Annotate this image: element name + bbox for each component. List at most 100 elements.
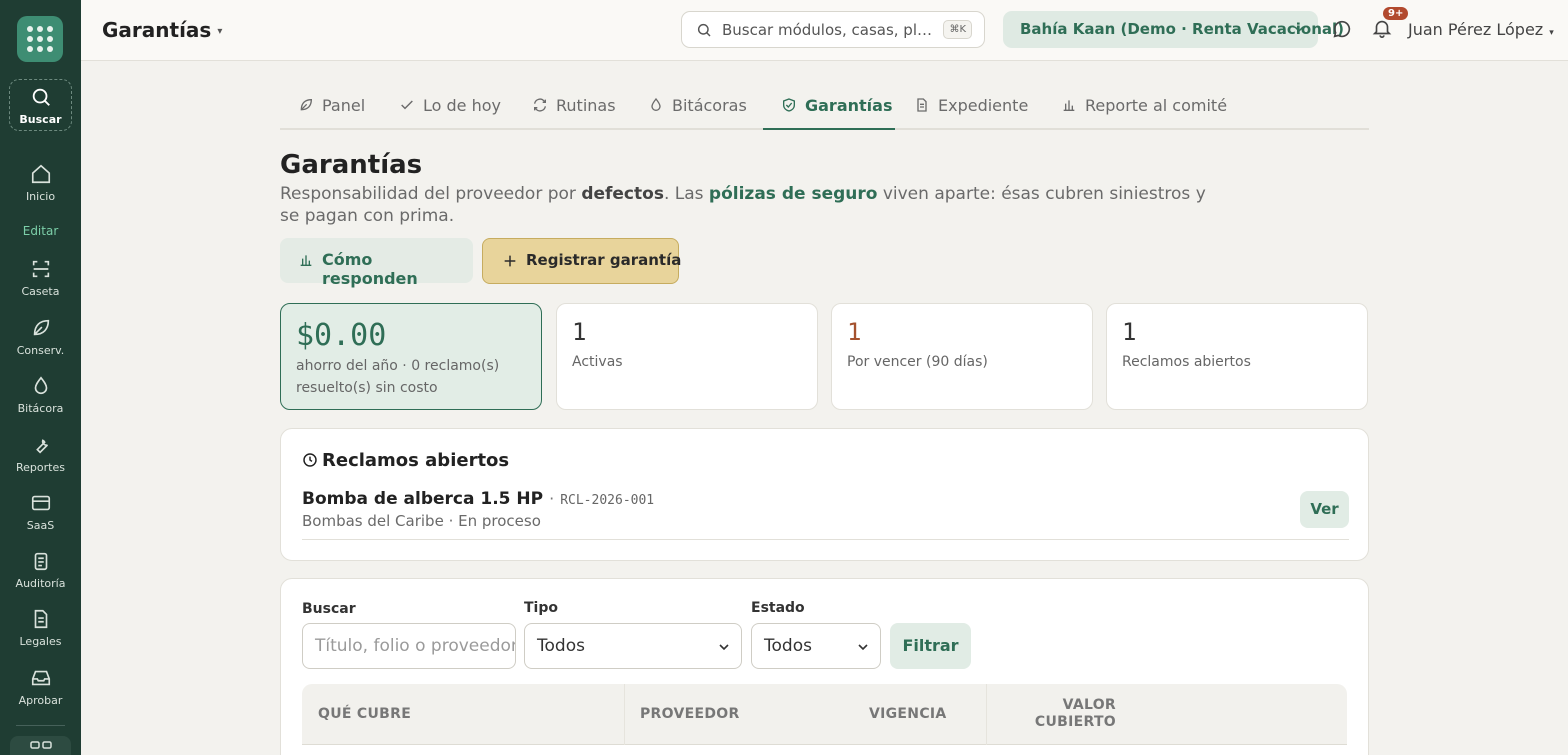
separator: ·: [549, 489, 555, 508]
tab-garantias[interactable]: Garantías: [781, 96, 892, 115]
sidebar-item-legales[interactable]: Legales: [0, 608, 81, 648]
module-switcher[interactable]: Garantías ▾: [102, 18, 222, 42]
topbar: Garantías ▾ Buscar módulos, casas, placas…: [81, 0, 1568, 61]
sidebar-item-caseta[interactable]: Caseta: [0, 258, 81, 298]
sidebar: Buscar Inicio Editar Caseta Conserv. Bit…: [0, 0, 81, 755]
button-label: Registrar garantía: [526, 251, 682, 269]
tab-lo-de-hoy[interactable]: Lo de hoy: [399, 96, 501, 115]
document-icon: [34, 609, 47, 629]
kpi-active: 1 Activas: [556, 303, 818, 410]
app-grid-logo[interactable]: [17, 16, 63, 62]
button-label: Cómo responden: [322, 250, 418, 288]
tab-reporte-comite[interactable]: Reporte al comité: [1061, 96, 1227, 115]
sidebar-item-label: Auditoría: [15, 577, 66, 590]
list-item: Bomba de alberca 1.5 HP · RCL-2026-001 Bom…: [302, 489, 1349, 540]
card-icon: [31, 495, 50, 511]
column-header-provider[interactable]: PROVEEDOR: [640, 706, 740, 722]
user-menu[interactable]: Juan Pérez López ▾: [1408, 20, 1554, 39]
section-title: Reclamos abiertos: [302, 450, 509, 471]
clipboard-icon: [34, 552, 47, 571]
column-header-validity[interactable]: VIGENCIA: [869, 706, 947, 722]
search-input[interactable]: Título, folio o proveedor: [302, 623, 516, 669]
leaf-icon: [33, 319, 49, 336]
document-icon: [917, 98, 927, 112]
user-name: Juan Pérez López: [1408, 20, 1544, 39]
drop-icon: [34, 376, 47, 395]
table-header: QUÉ CUBRE PROVEEDOR VIGENCIA VALOR CUBIER…: [302, 684, 1347, 745]
bar-chart-icon: [1063, 100, 1075, 111]
status-select[interactable]: Todos: [751, 623, 881, 669]
chat-icon[interactable]: [1331, 18, 1353, 40]
type-label: Tipo: [524, 600, 558, 616]
column-divider: [624, 684, 625, 745]
open-claims-card: Reclamos abiertos Bomba de alberca 1.5 H…: [280, 428, 1369, 561]
tab-label: Lo de hoy: [423, 96, 501, 115]
tab-rutinas[interactable]: Rutinas: [532, 96, 616, 115]
search-label: Buscar: [302, 601, 356, 617]
caret-down-icon: ▾: [1549, 28, 1554, 38]
page-title: Garantías: [102, 18, 212, 42]
page-subtitle: Responsabilidad del proveedor por defect…: [280, 184, 1206, 226]
view-claim-button[interactable]: Ver: [1300, 491, 1349, 528]
page-heading: Garantías: [280, 150, 423, 180]
column-header-covers[interactable]: QUÉ CUBRE: [318, 706, 411, 722]
tab-expediente[interactable]: Expediente: [914, 96, 1028, 115]
select-value: Todos: [537, 636, 585, 656]
tab-bitacoras[interactable]: Bitácoras: [648, 96, 747, 115]
type-select[interactable]: Todos: [524, 623, 742, 669]
claim-folio: RCL-2026-001: [560, 493, 655, 508]
inbox-icon: [31, 670, 50, 686]
tab-label: Reporte al comité: [1085, 96, 1228, 115]
sidebar-item-label: Inicio: [25, 190, 56, 203]
chevron-down-icon: [858, 644, 868, 651]
sidebar-item-buscar[interactable]: Buscar: [9, 79, 72, 131]
sidebar-item-conserv[interactable]: Conserv.: [0, 317, 81, 357]
home-icon: [31, 164, 50, 184]
kpi-value: 1: [572, 318, 587, 346]
search-input[interactable]: Buscar módulos, casas, placas…: [722, 21, 940, 39]
sidebar-item-saas[interactable]: SaaS: [0, 492, 81, 532]
bell-icon[interactable]: [1371, 17, 1393, 39]
chevron-down-icon: [719, 644, 729, 651]
global-search[interactable]: Buscar módulos, casas, placas… ⌘K: [681, 11, 985, 48]
kpi-label: Por vencer (90 días): [847, 354, 988, 370]
sidebar-item-reportes[interactable]: Reportes: [0, 434, 81, 474]
sidebar-section-editar[interactable]: Editar: [0, 224, 81, 238]
sidebar-item-label: Buscar: [19, 113, 62, 126]
kpi-label: Activas: [572, 354, 623, 370]
sidebar-item-bitacora[interactable]: Bitácora: [0, 375, 81, 415]
drop-icon: [651, 97, 661, 111]
check-icon: [401, 100, 413, 110]
repeat-icon: [534, 98, 546, 112]
kpi-value: $0.00: [296, 318, 387, 353]
sidebar-item-label: SaaS: [26, 519, 55, 532]
sidebar-item-inicio[interactable]: Inicio: [0, 163, 81, 203]
warranties-table-card: Buscar Título, folio o proveedor Tipo To…: [280, 578, 1369, 755]
kpi-savings: $0.00 ahorro del año · 0 reclamo(s) resu…: [280, 303, 542, 410]
scan-icon: [32, 260, 49, 278]
sidebar-more-button[interactable]: [10, 736, 71, 755]
sidebar-item-label: Reportes: [16, 461, 65, 474]
bar-chart-icon: [300, 255, 312, 266]
tab-label: Bitácoras: [672, 96, 747, 115]
organization-selector[interactable]: Bahía Kaan (Demo · Renta Vacacional): [1003, 11, 1344, 48]
tab-panel[interactable]: Panel: [298, 96, 365, 115]
filter-button[interactable]: Filtrar: [890, 623, 971, 669]
column-divider: [986, 684, 987, 745]
grid-icon: [29, 741, 52, 749]
status-label: Estado: [751, 600, 805, 616]
kpi-value: 1: [847, 318, 862, 346]
notification-badge: 9+: [1383, 7, 1409, 20]
clock-icon: [303, 453, 317, 467]
kpi-label: Reclamos abiertos: [1122, 354, 1251, 370]
claim-detail: Bombas del Caribe · En proceso: [302, 512, 541, 530]
column-header-value[interactable]: VALOR CUBIERTO: [1002, 697, 1116, 731]
caret-down-icon: ▾: [217, 26, 223, 37]
kpi-open-claims: 1 Reclamos abiertos: [1106, 303, 1368, 410]
register-warranty-button[interactable]: Registrar garantía: [482, 238, 682, 284]
how-they-respond-button[interactable]: Cómo responden: [280, 238, 473, 288]
module-tabs: Panel Lo de hoy Rutinas Bitácoras Garant…: [280, 86, 1369, 130]
search-icon: [32, 88, 50, 106]
sidebar-item-auditoria[interactable]: Auditoría: [0, 550, 81, 590]
sidebar-item-aprobar[interactable]: Aprobar: [0, 667, 81, 707]
